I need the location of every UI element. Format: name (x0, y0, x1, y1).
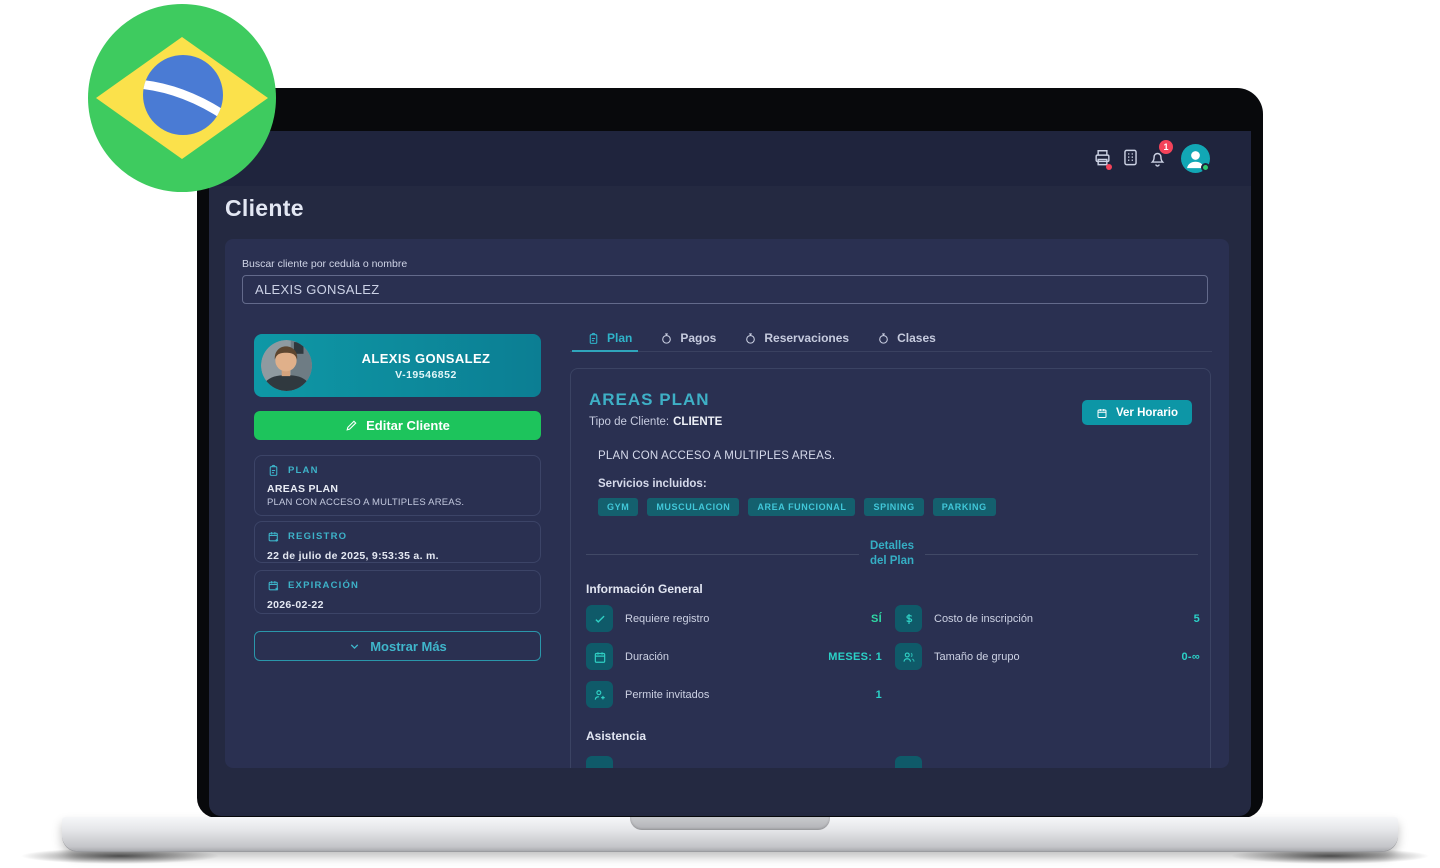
user-plus-icon (586, 681, 613, 708)
notification-badge: 1 (1159, 140, 1173, 154)
plan-description: PLAN CON ACCESO A MULTIPLES AREAS. (598, 450, 836, 462)
pencil-icon (346, 420, 357, 431)
client-summary-card: ALEXIS GONSALEZ V-19546852 (254, 334, 541, 397)
client-type-label: Tipo de Cliente: (589, 416, 670, 428)
services-chip-row: GYM MUSCULACION AREA FUNCIONAL SPINING P… (598, 498, 996, 516)
plan-card-description: PLAN CON ACCESO A MULTIPLES AREAS. (267, 497, 465, 508)
calendar-icon (1097, 408, 1107, 418)
info-value: MESES: 1 (828, 650, 882, 663)
expiration-card: EXPIRACIÓN 2026-02-22 (254, 570, 541, 614)
tab-pagos-label: Pagos (680, 331, 717, 345)
info-label: Tamaño de grupo (934, 650, 1020, 663)
clipboard-icon (589, 332, 598, 344)
registration-card: REGISTRO 22 de julio de 2025, 9:53:35 a.… (254, 521, 541, 563)
info-row-duracion: Duración MESES: 1 (586, 643, 882, 670)
tab-plan[interactable]: Plan (587, 331, 632, 345)
chevron-down-icon (350, 643, 359, 649)
divider-label: Detalles del Plan (869, 540, 915, 567)
check-icon (586, 605, 613, 632)
printer-alert-dot (1106, 164, 1112, 170)
tab-clases[interactable]: Clases (877, 331, 936, 345)
info-value: 1 (875, 688, 882, 701)
general-info-heading: Información General (586, 582, 703, 596)
plan-details-divider: Detalles del Plan (586, 539, 1198, 569)
info-value: 5 (1193, 612, 1200, 625)
clipboard-icon (269, 464, 278, 476)
client-tabs: Plan Pagos Reservaciones Clases (570, 325, 1212, 352)
registration-date: 22 de julio de 2025, 9:53:35 a. m. (267, 550, 439, 562)
search-input[interactable] (242, 275, 1208, 304)
info-value: 0-∞ (1181, 650, 1200, 663)
active-tab-underline (572, 350, 638, 352)
info-value: SÍ (871, 612, 882, 625)
show-more-label: Mostrar Más (370, 638, 447, 654)
service-chip: SPINING (864, 498, 924, 516)
brazil-flag-icon (88, 4, 276, 192)
tab-pagos[interactable]: Pagos (660, 331, 716, 345)
info-row-requiere-registro: Requiere registro SÍ (586, 605, 882, 632)
plan-card-title: AREAS PLAN (267, 483, 339, 495)
building-icon[interactable] (1121, 148, 1140, 167)
calendar-plus-icon (268, 532, 279, 542)
registration-card-label: REGISTRO (288, 531, 348, 542)
tab-clases-label: Clases (897, 331, 936, 345)
view-schedule-button[interactable]: Ver Horario (1082, 400, 1192, 425)
client-type-value: CLIENTE (673, 416, 723, 428)
service-chip: PARKING (932, 498, 996, 516)
info-label: Requiere registro (625, 612, 710, 625)
general-info-grid: Requiere registro SÍ Costo de inscripció… (586, 605, 1200, 708)
app-screen: 1 Cliente Buscar cliente por cedula o no… (209, 131, 1251, 816)
online-status-dot (1201, 163, 1210, 172)
client-type: Tipo de Cliente: CLIENTE (589, 416, 722, 428)
page-title: Cliente (225, 195, 304, 221)
attendance-heading: Asistencia (586, 729, 647, 743)
edit-client-label: Editar Cliente (366, 418, 450, 433)
users-icon (895, 643, 922, 670)
edit-client-button[interactable]: Editar Cliente (254, 411, 541, 440)
services-label: Servicios incluidos: (598, 478, 707, 490)
search-label: Buscar cliente por cedula o nombre (242, 258, 408, 270)
show-more-button[interactable]: Mostrar Más (254, 631, 541, 661)
attendance-row-clipped (586, 756, 1200, 768)
client-name: ALEXIS GONSALEZ (361, 350, 491, 366)
laptop-base-notch (630, 817, 830, 830)
client-content-card: Buscar cliente por cedula o nombre ALEXI… (225, 239, 1229, 768)
service-chip: GYM (598, 498, 639, 516)
calendar-icon (586, 643, 613, 670)
info-label: Permite invitados (625, 688, 710, 701)
info-row-costo-inscripcion: Costo de inscripción 5 (895, 605, 1200, 632)
topbar: 1 (209, 131, 1251, 186)
info-row-permite-invitados: Permite invitados 1 (586, 681, 882, 708)
view-schedule-label: Ver Horario (1116, 406, 1178, 419)
laptop-mockup-scene: 1 Cliente Buscar cliente por cedula o no… (0, 0, 1440, 868)
stopwatch-icon (662, 332, 672, 344)
info-label: Duración (625, 650, 670, 663)
service-chip: AREA FUNCIONAL (748, 498, 856, 516)
stopwatch-icon (879, 332, 888, 344)
service-chip: MUSCULACION (647, 498, 740, 516)
client-photo (261, 340, 312, 391)
expiration-date: 2026-02-22 (267, 599, 324, 611)
plan-summary-card: PLAN AREAS PLAN PLAN CON ACCESO A MULTIP… (254, 455, 541, 516)
client-id: V-19546852 (395, 368, 457, 381)
stopwatch-icon (746, 332, 756, 344)
tab-reservaciones[interactable]: Reservaciones (744, 331, 849, 345)
plan-card-label: PLAN (288, 465, 319, 476)
info-label: Costo de inscripción (934, 612, 1034, 625)
clock-icon (895, 756, 922, 768)
tab-plan-label: Plan (607, 331, 633, 345)
info-row-tamano-grupo: Tamaño de grupo 0-∞ (895, 643, 1200, 670)
calendar-x-icon (268, 581, 279, 591)
plan-detail-panel: AREAS PLAN Tipo de Cliente: CLIENTE Ver H… (570, 368, 1211, 768)
expiration-card-label: EXPIRACIÓN (288, 580, 360, 591)
dollar-icon (895, 605, 922, 632)
plan-title: AREAS PLAN (589, 390, 710, 409)
clock-icon (586, 756, 613, 768)
client-identity: ALEXIS GONSALEZ V-19546852 (314, 334, 538, 397)
tab-reservaciones-label: Reservaciones (764, 331, 850, 345)
